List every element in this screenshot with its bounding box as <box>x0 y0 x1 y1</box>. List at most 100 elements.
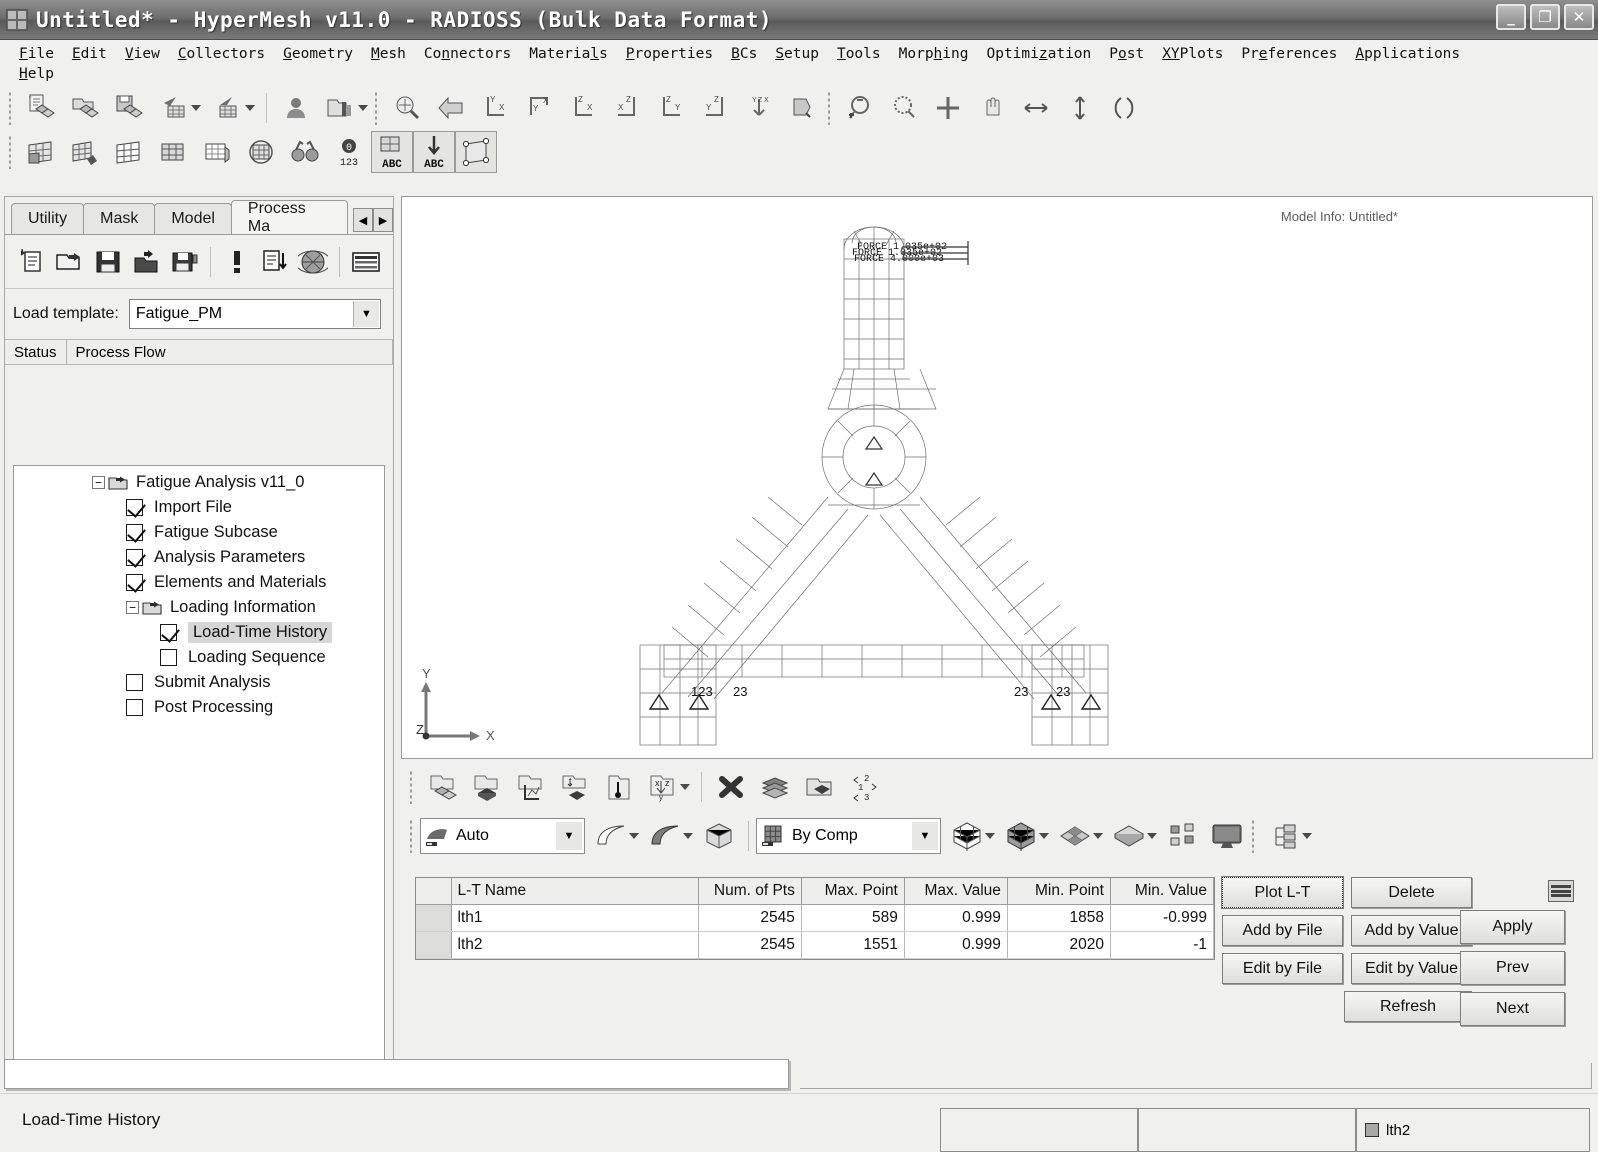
xz-view-icon[interactable]: ZX <box>607 88 647 128</box>
surface-shade-icon[interactable] <box>591 816 631 856</box>
tree-column-process-flow[interactable]: Process Flow <box>66 340 393 365</box>
arrow-horizontal-icon[interactable] <box>1016 88 1056 128</box>
tree-task-row[interactable]: Fatigue Subcase <box>14 520 384 545</box>
table-cell-name[interactable]: lth2 <box>451 931 699 959</box>
table-cell-min-value[interactable]: -0.999 <box>1110 904 1215 932</box>
open-model-icon[interactable] <box>65 88 105 128</box>
table-cell-name[interactable]: lth1 <box>451 904 699 932</box>
menu-item-edit[interactable]: Edit <box>63 44 116 64</box>
menu-item-tools[interactable]: Tools <box>828 44 890 64</box>
open-process-icon[interactable] <box>53 240 87 284</box>
table-row[interactable]: lth2 2545 1551 0.999 2020 -1 <box>416 931 1215 959</box>
solid-box-icon[interactable] <box>699 816 739 856</box>
menu-item-help[interactable]: Help <box>10 64 63 84</box>
transparent-mesh-icon[interactable] <box>197 132 237 172</box>
contour-icon[interactable] <box>510 767 550 807</box>
toolbar-grip-2[interactable] <box>374 91 378 125</box>
plot-lt-button[interactable]: Plot L-T <box>1221 876 1344 909</box>
next-button[interactable]: Next <box>1460 992 1565 1026</box>
monitor-icon[interactable] <box>1207 816 1247 856</box>
menu-item-setup[interactable]: Setup <box>766 44 828 64</box>
table-column-header[interactable]: Max. Point <box>801 878 905 905</box>
tree-task-row[interactable]: Post Processing <box>14 695 384 720</box>
plate-icon[interactable] <box>1109 816 1149 856</box>
folder-add-icon[interactable] <box>799 767 839 807</box>
arrow-vertical-icon[interactable] <box>1060 88 1100 128</box>
toolbar-grip[interactable] <box>8 91 12 125</box>
panel-tab-mask[interactable]: Mask <box>83 203 156 234</box>
tab-prev-icon[interactable]: ◀ <box>353 208 373 232</box>
yx-view-icon[interactable]: YX <box>519 88 559 128</box>
row-selector-cell[interactable] <box>416 931 452 959</box>
post-grip-2[interactable] <box>409 819 413 853</box>
number-id-icon[interactable]: 0 123 <box>329 132 369 172</box>
menu-item-post[interactable]: Post <box>1100 44 1153 64</box>
menu-item-morphing[interactable]: Morphing <box>890 44 978 64</box>
left-view-icon[interactable] <box>783 88 823 128</box>
panel-tab-utility[interactable]: Utility <box>11 203 85 234</box>
tree-task-row[interactable]: Submit Analysis <box>14 670 384 695</box>
menu-item-geometry[interactable]: Geometry <box>274 44 362 64</box>
undo-view-icon[interactable] <box>431 88 471 128</box>
mesh-lines-icon[interactable] <box>153 132 193 172</box>
zoom-in-icon[interactable] <box>884 88 924 128</box>
run-task-icon[interactable] <box>220 240 254 284</box>
element-group-icon[interactable] <box>1163 816 1203 856</box>
table-cell-max-point[interactable]: 1551 <box>801 931 905 959</box>
row-selector-cell[interactable] <box>416 904 452 932</box>
display-mode-combobox[interactable]: Auto ▼ <box>420 818 585 854</box>
save-model-icon[interactable] <box>109 88 149 128</box>
center-icon[interactable] <box>928 88 968 128</box>
table-cell-max-point[interactable]: 589 <box>801 904 905 932</box>
node-edit-icon[interactable] <box>455 131 497 173</box>
table-column-header[interactable]: L-T Name <box>451 878 699 905</box>
table-cell-min-value[interactable]: -1 <box>1110 931 1215 959</box>
menu-item-view[interactable]: View <box>116 44 169 64</box>
feature-lines-icon[interactable] <box>241 132 281 172</box>
tree-task-row[interactable]: Elements and Materials <box>14 570 384 595</box>
import-model-icon[interactable] <box>153 88 193 128</box>
table-cell-num-pts[interactable]: 2545 <box>698 904 802 932</box>
table-row[interactable]: lth1 2545 589 0.999 1858 -0.999 <box>416 904 1215 932</box>
tree-expander-icon[interactable]: − <box>126 601 139 614</box>
create-block-icon[interactable] <box>466 767 506 807</box>
tree-task-row[interactable]: Load-Time History <box>14 620 384 645</box>
vector-plot-icon[interactable]: xzy <box>642 767 682 807</box>
tree-folder-row[interactable]: − Loading Information <box>14 595 384 620</box>
rotate-icon[interactable] <box>1104 88 1144 128</box>
menu-item-bcs[interactable]: BCs <box>722 44 766 64</box>
menu-item-collectors[interactable]: Collectors <box>169 44 274 64</box>
tree-task-row[interactable]: Analysis Parameters <box>14 545 384 570</box>
task-checkbox[interactable] <box>126 574 143 591</box>
menu-item-mesh[interactable]: Mesh <box>362 44 415 64</box>
minimize-button[interactable]: _ <box>1496 4 1526 30</box>
tree-folder-row[interactable]: − Fatigue Analysis v11_0 <box>14 470 384 495</box>
menu-item-connectors[interactable]: Connectors <box>415 44 520 64</box>
mesh-abc-icon[interactable]: ABC <box>371 131 413 173</box>
menu-item-properties[interactable]: Properties <box>617 44 722 64</box>
thickness-icon[interactable] <box>598 767 638 807</box>
xy-view-icon[interactable]: YX <box>475 88 515 128</box>
apply-button[interactable]: Apply <box>1460 910 1565 944</box>
edit-by-file-button[interactable]: Edit by File <box>1222 953 1343 984</box>
shaded-elements-edges-icon[interactable] <box>65 132 105 172</box>
renumber-icon[interactable]: 213 <box>843 767 883 807</box>
globe-icon[interactable] <box>296 240 330 284</box>
task-checkbox[interactable] <box>160 649 177 666</box>
close-button[interactable]: ✕ <box>1564 4 1594 30</box>
save-as-process-icon[interactable] <box>167 240 201 284</box>
display-mode-caret-icon[interactable]: ▼ <box>556 822 582 850</box>
tree-task-row[interactable]: Import File <box>14 495 384 520</box>
isometric-view-icon[interactable]: YZX <box>739 88 779 128</box>
task-checkbox[interactable] <box>126 549 143 566</box>
delete-button[interactable]: Delete <box>1351 877 1472 908</box>
task-checkbox[interactable] <box>126 674 143 691</box>
zy-view-icon[interactable]: ZY <box>651 88 691 128</box>
pan-hand-icon[interactable] <box>972 88 1012 128</box>
new-process-icon[interactable] <box>15 240 49 284</box>
menu-item-applications[interactable]: Applications <box>1346 44 1469 64</box>
post-grip-1[interactable] <box>409 770 413 804</box>
zx-view-icon[interactable]: ZX <box>563 88 603 128</box>
panel-tab-model[interactable]: Model <box>154 203 232 234</box>
task-checkbox[interactable] <box>126 699 143 716</box>
